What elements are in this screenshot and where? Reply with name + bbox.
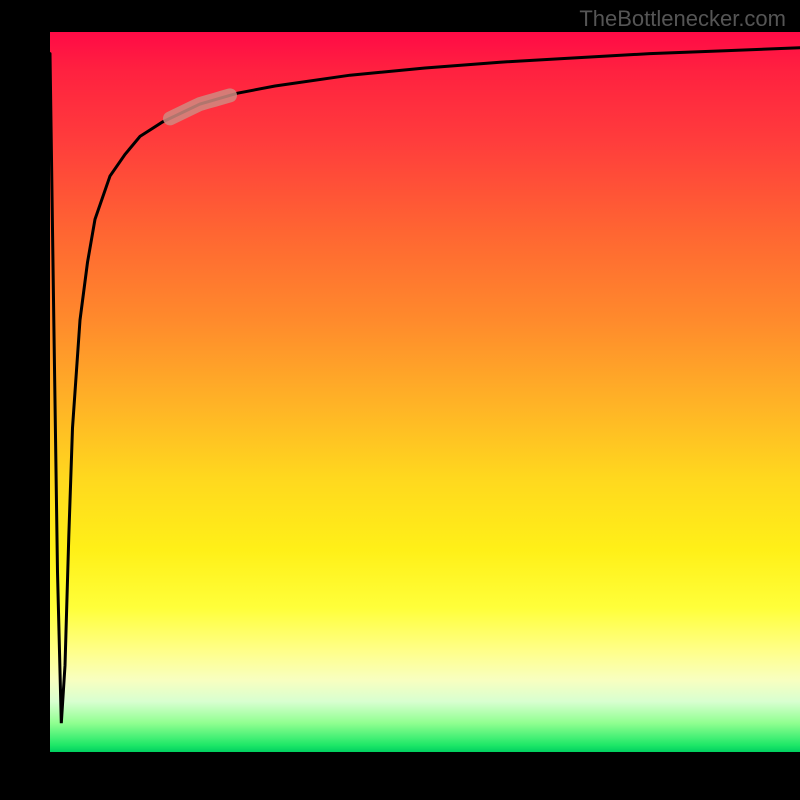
bottleneck-curve-path (50, 48, 800, 723)
chart-curve-svg (50, 32, 800, 752)
plot-area (50, 32, 800, 752)
watermark-text: TheBottlenecker.com (579, 6, 786, 32)
highlight-segment (170, 95, 230, 118)
